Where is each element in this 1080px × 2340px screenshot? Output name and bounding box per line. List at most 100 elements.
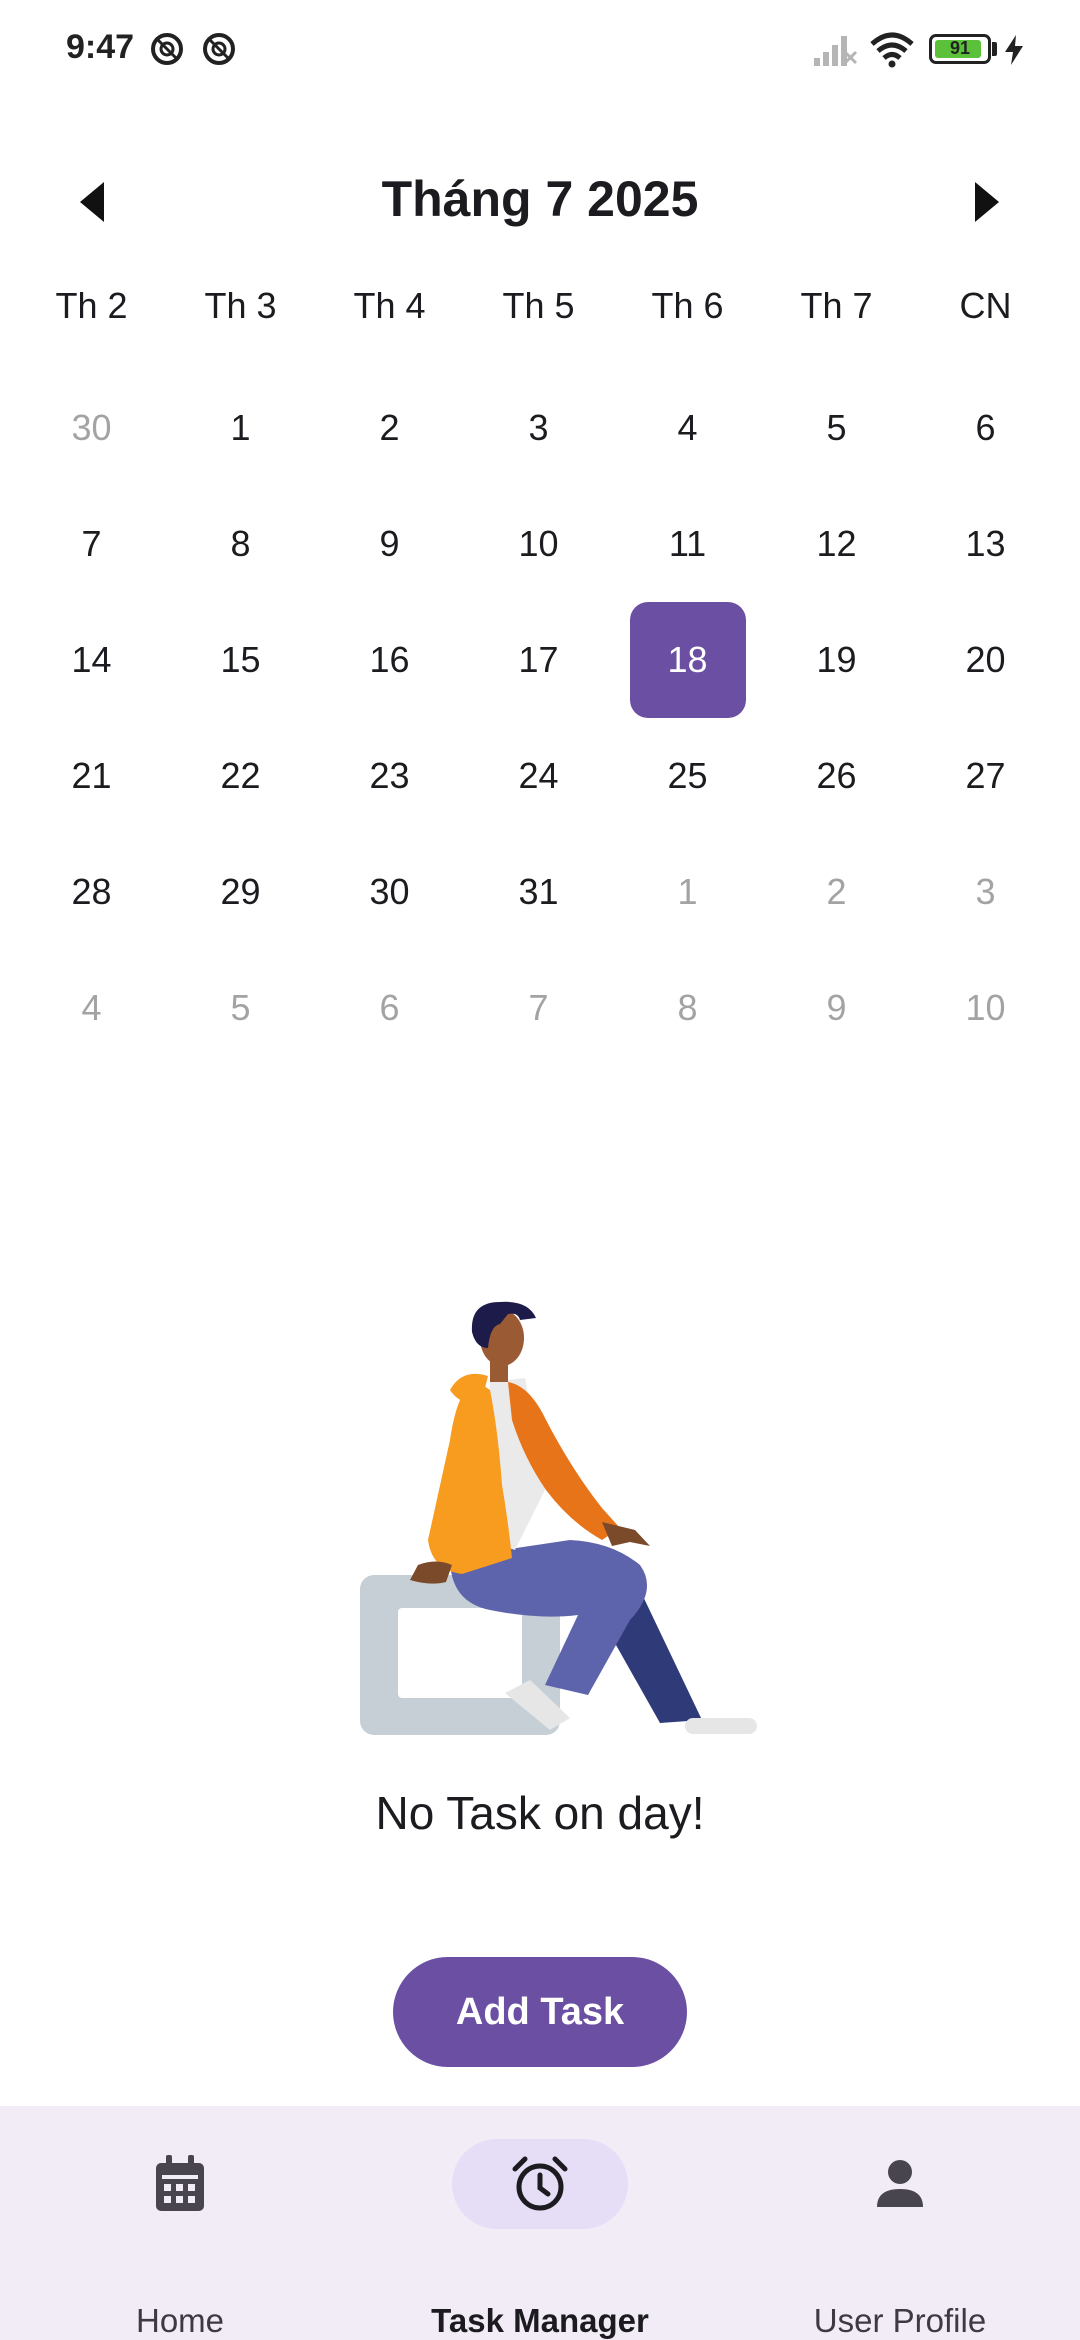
calendar-week: 30 1 2 3 4 5 6 (17, 370, 1063, 486)
day-number: 8 (230, 523, 251, 564)
calendar-day-next-month[interactable]: 6 (315, 950, 464, 1066)
calendar-day[interactable]: 9 (315, 486, 464, 602)
calendar-day-next-month[interactable]: 3 (911, 834, 1060, 950)
day-number: 12 (816, 523, 857, 564)
calendar-day[interactable]: 7 (17, 486, 166, 602)
calendar-day-next-month[interactable]: 10 (911, 950, 1060, 1066)
calendar-icon (156, 2155, 204, 2211)
calendar-day[interactable]: 5 (762, 370, 911, 486)
next-month-button[interactable] (957, 172, 1017, 232)
dnd-icon (151, 33, 183, 65)
calendar-day[interactable]: 14 (17, 602, 166, 718)
calendar-day[interactable]: 10 (464, 486, 613, 602)
calendar-day[interactable]: 15 (166, 602, 315, 718)
nav-label-task-manager: Task Manager (431, 2302, 649, 2339)
calendar-week: 7 8 9 10 11 12 13 (17, 486, 1063, 602)
calendar-day-next-month[interactable]: 9 (762, 950, 911, 1066)
calendar-day[interactable]: 16 (315, 602, 464, 718)
calendar-day[interactable]: 11 (613, 486, 762, 602)
calendar-day[interactable]: 3 (464, 370, 613, 486)
day-number: 4 (81, 987, 102, 1028)
day-number: 17 (518, 639, 559, 680)
day-number: 11 (668, 523, 707, 564)
calendar-day[interactable]: 26 (762, 718, 911, 834)
calendar-day[interactable]: 19 (762, 602, 911, 718)
calendar-day[interactable]: 28 (17, 834, 166, 950)
day-number: 26 (816, 755, 857, 796)
calendar-day[interactable]: 6 (911, 370, 1060, 486)
calendar-day[interactable]: 4 (613, 370, 762, 486)
calendar-day-next-month[interactable]: 1 (613, 834, 762, 950)
day-number: 27 (965, 755, 1006, 796)
dnd-icon (203, 33, 235, 65)
nav-indicator (92, 2139, 268, 2229)
calendar-day[interactable]: 23 (315, 718, 464, 834)
day-number: 31 (518, 871, 559, 912)
day-number: 4 (677, 407, 698, 448)
day-number: 9 (379, 523, 400, 564)
day-number: 24 (518, 755, 559, 796)
month-title: Tháng 7 2025 (381, 171, 699, 227)
weekday-label: Th 6 (651, 285, 724, 326)
calendar-day[interactable]: 27 (911, 718, 1060, 834)
weekday-label: Th 3 (204, 285, 277, 326)
calendar-grid: 30 1 2 3 4 5 6 7 8 9 10 11 12 13 14 15 1… (17, 370, 1063, 1066)
calendar-day[interactable]: 12 (762, 486, 911, 602)
calendar-day[interactable]: 8 (166, 486, 315, 602)
calendar-day-next-month[interactable]: 2 (762, 834, 911, 950)
calendar-week: 14 15 16 17 18 19 20 (17, 602, 1063, 718)
calendar-day-next-month[interactable]: 5 (166, 950, 315, 1066)
calendar-day[interactable]: 21 (17, 718, 166, 834)
calendar-day[interactable]: 17 (464, 602, 613, 718)
calendar-day[interactable]: 29 (166, 834, 315, 950)
day-number: 14 (71, 639, 112, 680)
nav-indicator-active (452, 2139, 628, 2229)
calendar-day-next-month[interactable]: 7 (464, 950, 613, 1066)
day-number: 3 (528, 407, 549, 448)
nav-item-home[interactable]: Home (0, 2106, 360, 2340)
day-number: 2 (379, 407, 400, 448)
battery-level: 91 (949, 38, 971, 58)
battery-icon: 91 (929, 34, 991, 64)
day-number: 30 (71, 407, 112, 448)
day-number: 3 (975, 871, 996, 912)
weekday-label: Th 5 (502, 285, 575, 326)
calendar-day[interactable]: 25 (613, 718, 762, 834)
day-number: 5 (230, 987, 251, 1028)
day-number: 29 (220, 871, 261, 912)
calendar-day-next-month[interactable]: 4 (17, 950, 166, 1066)
signal-icon (814, 36, 858, 66)
day-number: 6 (379, 987, 400, 1028)
nav-item-user-profile[interactable]: User Profile (720, 2106, 1080, 2340)
nav-label-user-profile: User Profile (813, 2302, 987, 2339)
add-task-button[interactable]: Add Task (393, 1957, 687, 2067)
calendar-day[interactable]: 24 (464, 718, 613, 834)
day-number: 13 (965, 523, 1006, 564)
triangle-right-icon (975, 182, 999, 222)
calendar-header: Tháng 7 2025 (0, 150, 1080, 245)
calendar-day-selected[interactable]: 18 (613, 602, 762, 718)
day-number: 15 (220, 639, 261, 680)
calendar-day[interactable]: 30 (315, 834, 464, 950)
nav-item-task-manager[interactable]: Task Manager (360, 2106, 720, 2340)
day-number: 20 (965, 639, 1006, 680)
calendar-day-next-month[interactable]: 8 (613, 950, 762, 1066)
calendar-week: 4 5 6 7 8 9 10 (17, 950, 1063, 1066)
calendar-day-prev-month[interactable]: 30 (17, 370, 166, 486)
calendar-day[interactable]: 20 (911, 602, 1060, 718)
calendar-day[interactable]: 13 (911, 486, 1060, 602)
day-number: 1 (230, 407, 251, 448)
day-number: 28 (71, 871, 112, 912)
weekday-label: CN (959, 285, 1012, 326)
calendar-day[interactable]: 1 (166, 370, 315, 486)
calendar-week: 21 22 23 24 25 26 27 (17, 718, 1063, 834)
bottom-navigation: Home Task Manager User Profile (0, 2106, 1080, 2340)
status-time: 9:47 (66, 28, 135, 66)
day-number: 21 (71, 755, 112, 796)
calendar-day[interactable]: 31 (464, 834, 613, 950)
calendar-day[interactable]: 2 (315, 370, 464, 486)
day-number: 6 (975, 407, 996, 448)
day-number: 2 (826, 871, 847, 912)
calendar-day[interactable]: 22 (166, 718, 315, 834)
day-number: 16 (369, 639, 410, 680)
